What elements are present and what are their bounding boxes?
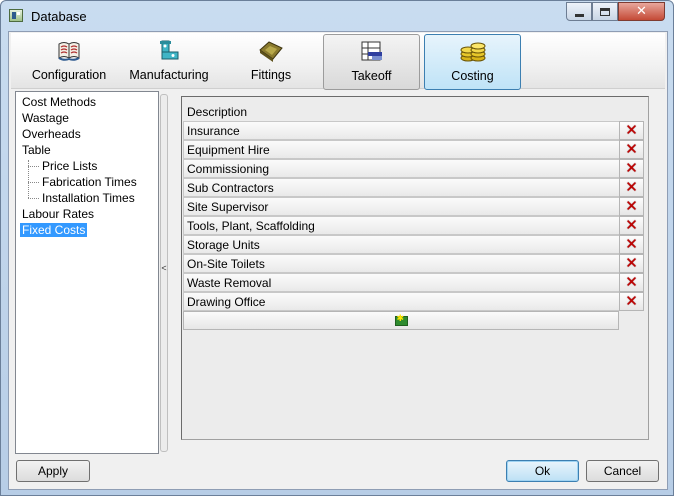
tree-item-wastage[interactable]: Wastage [22, 110, 69, 126]
tab-costing[interactable]: Costing [424, 34, 521, 90]
minimize-icon [574, 13, 584, 17]
collapse-arrow-icon[interactable]: < [161, 263, 167, 273]
table-row: On-Site Toilets ✕ [183, 254, 645, 273]
delete-row-button[interactable]: ✕ [619, 292, 644, 311]
tree-item-overheads[interactable]: Overheads [22, 126, 81, 142]
coins-icon [460, 42, 485, 62]
tab-fittings[interactable]: Fittings [225, 34, 317, 90]
close-button[interactable]: ✕ [618, 2, 665, 21]
delete-row-button[interactable]: ✕ [619, 159, 644, 178]
table-row: Site Supervisor ✕ [183, 197, 645, 216]
delete-row-button[interactable]: ✕ [619, 273, 644, 292]
takeoff-icon [361, 41, 382, 61]
fittings-icon [259, 41, 283, 62]
panel-splitter[interactable]: < [160, 94, 168, 452]
delete-x-icon: ✕ [625, 216, 638, 234]
description-cell[interactable]: Equipment Hire [183, 140, 619, 159]
table-row: Insurance ✕ [183, 121, 645, 140]
table-row: Storage Units ✕ [183, 235, 645, 254]
tab-manufacturing-label: Manufacturing [129, 68, 209, 82]
description-cell[interactable]: On-Site Toilets [183, 254, 619, 273]
fixed-costs-panel: Description Insurance ✕ Equipment Hire ✕ Com… [181, 96, 649, 440]
table-row: Equipment Hire ✕ [183, 140, 645, 159]
delete-x-icon: ✕ [625, 254, 638, 272]
tab-configuration[interactable]: Configuration [23, 34, 115, 90]
tab-configuration-label: Configuration [31, 68, 107, 82]
tree-connector [28, 198, 39, 199]
books-icon [58, 42, 80, 61]
dialog-client-area: Configuration Manufacturing Fittings Tak… [8, 31, 668, 490]
delete-x-icon: ✕ [625, 235, 638, 253]
add-row-button[interactable] [183, 311, 619, 330]
table-row: Sub Contractors ✕ [183, 178, 645, 197]
tree-connector [28, 166, 39, 167]
description-cell[interactable]: Tools, Plant, Scaffolding [183, 216, 619, 235]
delete-x-icon: ✕ [625, 140, 638, 158]
tab-fittings-label: Fittings [250, 68, 292, 82]
ok-button[interactable]: Ok [506, 460, 579, 482]
window-title: Database [31, 9, 87, 24]
tree-item-installation-times[interactable]: Installation Times [42, 190, 135, 206]
table-row: Waste Removal ✕ [183, 273, 645, 292]
delete-x-icon: ✕ [625, 121, 638, 139]
delete-x-icon: ✕ [625, 273, 638, 291]
maximize-icon [600, 7, 610, 16]
delete-x-icon: ✕ [625, 197, 638, 215]
delete-row-button[interactable]: ✕ [619, 254, 644, 273]
table-row: Drawing Office ✕ [183, 292, 645, 311]
tab-takeoff-label: Takeoff [351, 69, 392, 83]
tab-costing-label: Costing [451, 69, 494, 83]
tree-item-labour-rates[interactable]: Labour Rates [22, 206, 94, 222]
maximize-button[interactable] [592, 2, 618, 21]
delete-x-icon: ✕ [625, 292, 638, 310]
description-cell[interactable]: Site Supervisor [183, 197, 619, 216]
tab-manufacturing[interactable]: Manufacturing [123, 34, 215, 90]
database-window: Database ✕ Configuration Manufacturing F… [0, 0, 674, 496]
title-bar[interactable]: Database ✕ [1, 1, 673, 31]
apply-button[interactable]: Apply [16, 460, 90, 482]
tree-item-price-lists[interactable]: Price Lists [42, 158, 97, 174]
pipe-fitting-icon [160, 40, 179, 60]
delete-x-icon: ✕ [625, 178, 638, 196]
tree-item-fixed-costs[interactable]: Fixed Costs [20, 222, 88, 238]
tab-takeoff[interactable]: Takeoff [323, 34, 420, 90]
description-cell[interactable]: Storage Units [183, 235, 619, 254]
category-tree[interactable]: Cost Methods Wastage Overheads Table Pri… [15, 91, 159, 454]
description-cell[interactable]: Waste Removal [183, 273, 619, 292]
table-row: Tools, Plant, Scaffolding ✕ [183, 216, 645, 235]
delete-x-icon: ✕ [625, 159, 638, 177]
add-row-icon [394, 314, 408, 326]
column-header-description: Description [187, 105, 248, 119]
cancel-button[interactable]: Cancel [586, 460, 659, 482]
delete-row-button[interactable]: ✕ [619, 140, 644, 159]
description-cell[interactable]: Insurance [183, 121, 619, 140]
tree-item-fabrication-times[interactable]: Fabrication Times [42, 174, 137, 190]
delete-row-button[interactable]: ✕ [619, 121, 644, 140]
tree-connector [28, 182, 39, 183]
delete-row-button[interactable]: ✕ [619, 178, 644, 197]
delete-row-button[interactable]: ✕ [619, 235, 644, 254]
tree-item-table[interactable]: Table [22, 142, 51, 158]
delete-row-button[interactable]: ✕ [619, 197, 644, 216]
app-icon [9, 9, 23, 22]
category-toolbar: Configuration Manufacturing Fittings Tak… [11, 33, 665, 90]
description-cell[interactable]: Drawing Office [183, 292, 619, 311]
minimize-button[interactable] [566, 2, 592, 21]
description-cell[interactable]: Sub Contractors [183, 178, 619, 197]
description-cell[interactable]: Commissioning [183, 159, 619, 178]
delete-row-button[interactable]: ✕ [619, 216, 644, 235]
tree-item-cost-methods[interactable]: Cost Methods [22, 94, 96, 110]
close-icon: ✕ [636, 4, 647, 19]
table-row: Commissioning ✕ [183, 159, 645, 178]
